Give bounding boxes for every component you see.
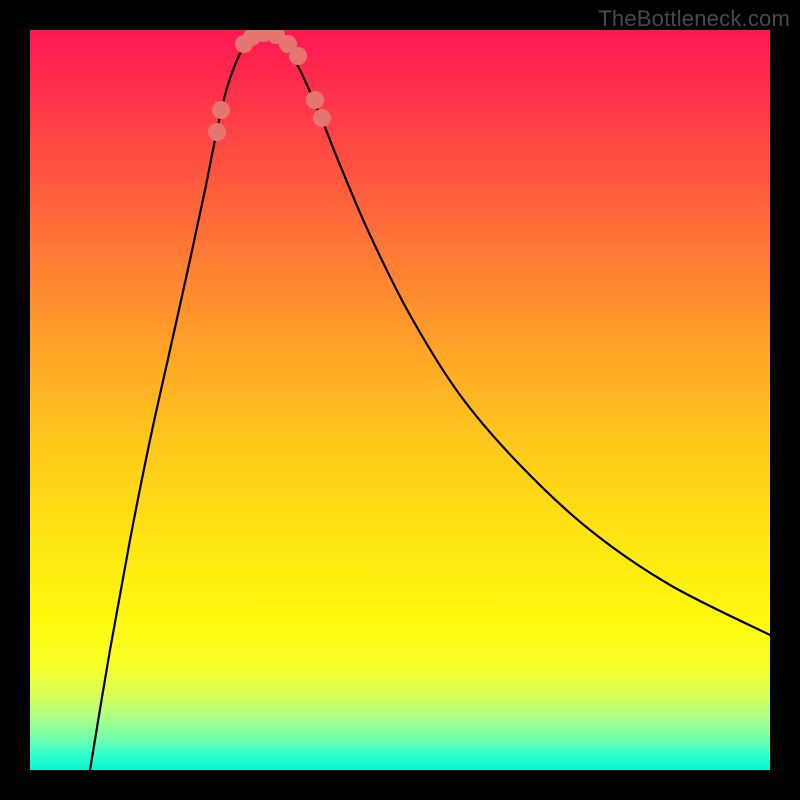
- marker-bottom-6: [289, 47, 307, 65]
- bottleneck-curve: [90, 32, 770, 770]
- marker-right-cluster-2: [313, 109, 331, 127]
- chart-frame: TheBottleneck.com: [0, 0, 800, 800]
- plot-area: [30, 30, 770, 770]
- curve-markers: [208, 30, 331, 141]
- watermark-text: TheBottleneck.com: [598, 6, 790, 32]
- marker-left-cluster-2: [212, 101, 230, 119]
- marker-right-cluster-1: [306, 91, 324, 109]
- curve-layer: [30, 30, 770, 770]
- marker-left-cluster-1: [208, 123, 226, 141]
